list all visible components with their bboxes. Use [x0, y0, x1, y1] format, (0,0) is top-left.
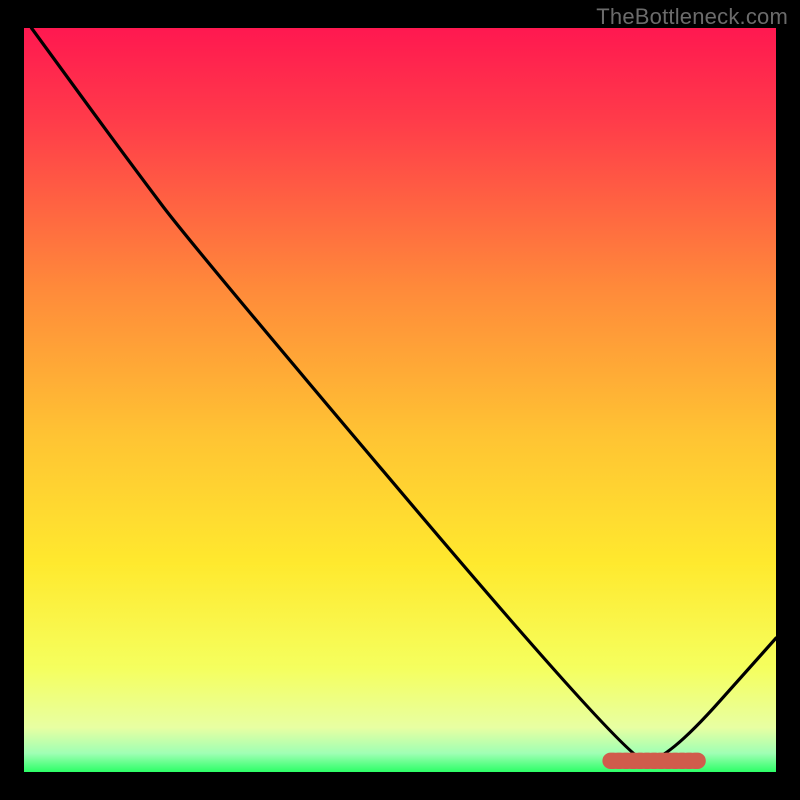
watermark-text: TheBottleneck.com	[596, 4, 788, 30]
chart-frame: TheBottleneck.com	[0, 0, 800, 800]
heatmap-background	[24, 28, 776, 772]
plot-area	[24, 28, 776, 772]
chart-svg	[24, 28, 776, 772]
